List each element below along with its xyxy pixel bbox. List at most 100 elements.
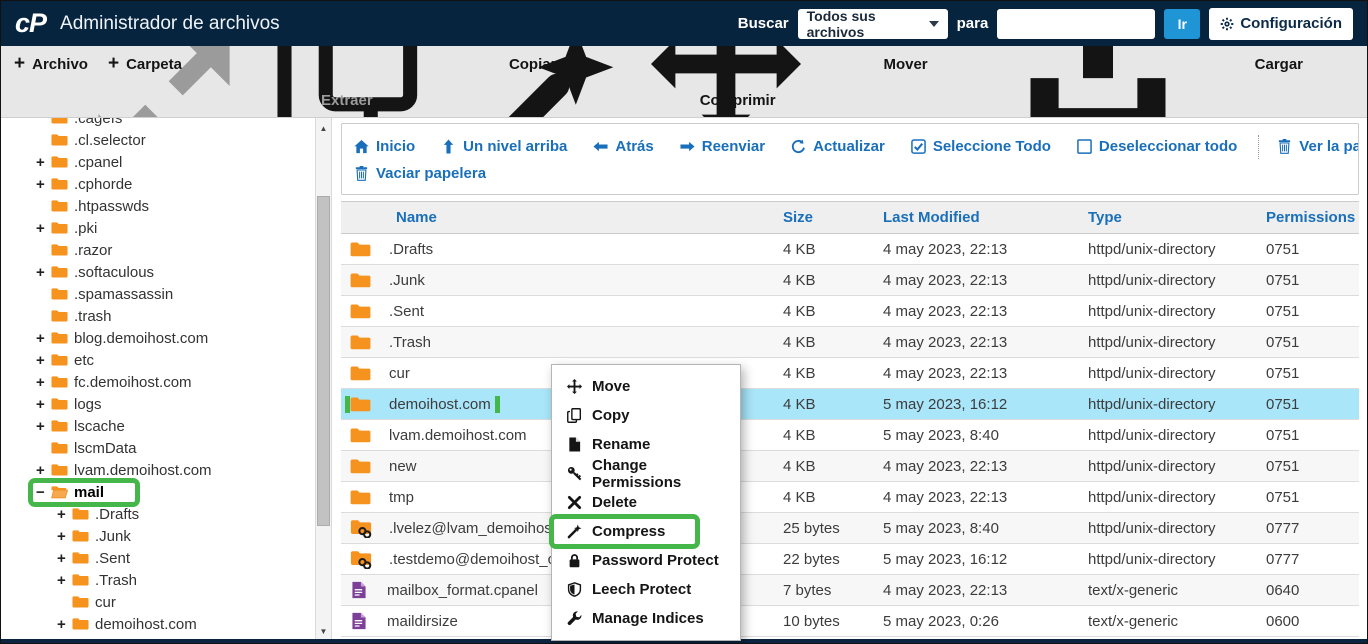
scroll-up-button[interactable]: ▲ — [316, 121, 331, 135]
file-row-lvam-demoihost-com[interactable]: lvam.demoihost.com4 KB5 may 2023, 8:40ht… — [341, 420, 1359, 451]
file-row-demoihost-com[interactable]: demoihost.com4 KB5 may 2023, 16:12httpd/… — [341, 389, 1359, 420]
tree-item-lscmdata[interactable]: lscmData — [1, 437, 315, 459]
column-header-permissions[interactable]: Permissions — [1253, 209, 1359, 226]
tree-item-demoihost-com[interactable]: + demoihost.com — [1, 613, 315, 635]
expand-icon[interactable]: + — [36, 462, 51, 479]
permissions: 0777 — [1253, 551, 1359, 568]
tree-item-cphorde[interactable]: +.cphorde — [1, 173, 315, 195]
context-menu-item-change-permissions[interactable]: Change Permissions — [552, 459, 740, 488]
column-header-last-modified[interactable]: Last Modified — [873, 209, 1078, 226]
trash-icon — [1277, 139, 1292, 154]
tree-item-cl-selector[interactable]: .cl.selector — [1, 129, 315, 151]
tree-item-trash[interactable]: .trash — [1, 305, 315, 327]
folder-icon — [350, 241, 371, 258]
nav-actualizar[interactable]: Actualizar — [791, 138, 885, 155]
search-term-input[interactable] — [997, 9, 1155, 39]
tree-item-pki[interactable]: +.pki — [1, 217, 315, 239]
expand-icon[interactable]: + — [36, 264, 51, 281]
expand-icon[interactable]: + — [36, 374, 51, 391]
name-inner: lvam.demoihost.com — [350, 427, 527, 444]
tree-item-lscache[interactable]: +lscache — [1, 415, 315, 437]
file-row-cur[interactable]: cur4 KB4 may 2023, 22:13httpd/unix-direc… — [341, 358, 1359, 389]
tree-item-htpasswds[interactable]: .htpasswds — [1, 195, 315, 217]
file-row-maildirsize[interactable]: maildirsize10 bytes5 may 2023, 0:26text/… — [341, 606, 1359, 637]
toolbar-comprimir[interactable]: Comprimir — [393, 46, 776, 118]
folder-tree: .cagefs .cl.selector+.cpanel+.cphorde.htp… — [1, 118, 315, 641]
tree-item-drafts[interactable]: +.Drafts — [1, 503, 315, 525]
file-row-testdemo-demoihost-com[interactable]: .testdemo@demoihost_com22 bytes5 may 202… — [341, 544, 1359, 575]
file-row-tmp[interactable]: tmp4 KB4 may 2023, 22:13httpd/unix-direc… — [341, 482, 1359, 513]
nav-deseleccionar-todo[interactable]: Deseleccionar todo — [1077, 138, 1237, 155]
column-header-size[interactable]: Size — [769, 209, 873, 226]
column-header-type[interactable]: Type — [1078, 209, 1253, 226]
tree-item-cur[interactable]: cur — [1, 591, 315, 613]
tree-item-lvam-demoihost-com[interactable]: +lvam.demoihost.com — [1, 459, 315, 481]
context-menu-item-password-protect[interactable]: Password Protect — [552, 546, 740, 575]
expand-icon[interactable]: + — [36, 352, 51, 369]
last-modified: 4 may 2023, 22:13 — [873, 303, 1078, 320]
expand-icon[interactable]: + — [36, 154, 51, 171]
nav-atras[interactable]: Atrás — [593, 138, 653, 155]
file-row-new[interactable]: new4 KB4 may 2023, 22:13httpd/unix-direc… — [341, 451, 1359, 482]
file-row-sent[interactable]: .Sent4 KB4 may 2023, 22:13httpd/unix-dir… — [341, 296, 1359, 327]
nav-reenviar[interactable]: Reenviar — [680, 138, 765, 155]
nav-seleccione-todo[interactable]: Seleccione Todo — [911, 138, 1051, 155]
tree-item-inner: +.Sent — [57, 550, 130, 567]
file-row-lvelez-lvam-demoihost-c[interactable]: .lvelez@lvam_demoihost_c25 bytes5 may 20… — [341, 513, 1359, 544]
expand-icon[interactable]: + — [36, 176, 51, 193]
expand-icon[interactable]: + — [57, 572, 72, 589]
tree-item-inner: .cagefs — [36, 118, 122, 127]
expand-icon[interactable]: + — [36, 396, 51, 413]
tree-item-cpanel[interactable]: +.cpanel — [1, 151, 315, 173]
tree-item-cagefs[interactable]: .cagefs — [1, 118, 315, 129]
collapse-icon[interactable]: − — [36, 484, 51, 501]
search-scope-select[interactable]: Todos sus archivos — [798, 9, 948, 39]
context-menu-item-rename[interactable]: Rename — [552, 430, 740, 459]
permissions: 0600 — [1253, 613, 1359, 630]
expand-icon[interactable]: + — [57, 616, 72, 633]
context-menu-item-manage-indices[interactable]: Manage Indices — [552, 604, 740, 633]
expand-icon[interactable]: + — [57, 528, 72, 545]
tree-item-mail[interactable]: −mail — [1, 481, 315, 503]
settings-button[interactable]: Configuración — [1209, 8, 1353, 40]
file-name: new — [389, 458, 417, 475]
file-row-drafts[interactable]: .Drafts4 KB4 may 2023, 22:13httpd/unix-d… — [341, 234, 1359, 265]
context-menu-item-move[interactable]: Move — [552, 372, 740, 401]
context-menu-item-compress[interactable]: Compress — [552, 517, 740, 546]
context-menu-item-leech-protect[interactable]: Leech Protect — [552, 575, 740, 604]
tree-item-logs[interactable]: +logs — [1, 393, 315, 415]
file-row-trash[interactable]: .Trash4 KB4 may 2023, 22:13httpd/unix-di… — [341, 327, 1359, 358]
tree-item-etc[interactable]: +etc — [1, 349, 315, 371]
nav-inicio[interactable]: Inicio — [354, 138, 415, 155]
search-go-button[interactable]: Ir — [1164, 9, 1200, 39]
file-row-mailbox-format-cpanel[interactable]: mailbox_format.cpanel7 bytes4 may 2023, … — [341, 575, 1359, 606]
context-menu-item-delete[interactable]: Delete — [552, 488, 740, 517]
tree-item-softaculous[interactable]: +.softaculous — [1, 261, 315, 283]
tree-item-trash[interactable]: +.Trash — [1, 569, 315, 591]
expand-icon[interactable]: + — [36, 330, 51, 347]
last-modified: 4 may 2023, 22:13 — [873, 365, 1078, 382]
scroll-down-button[interactable]: ▼ — [316, 624, 331, 638]
expand-icon[interactable]: + — [57, 550, 72, 567]
nav-vaciar-papelera[interactable]: Vaciar papelera — [354, 165, 486, 182]
tree-item-spamassassin[interactable]: .spamassassin — [1, 283, 315, 305]
folder-icon — [51, 331, 68, 345]
scrollbar-thumb[interactable] — [317, 196, 330, 526]
tree-item-label: demoihost.com — [95, 616, 197, 633]
file-row-junk[interactable]: .Junk4 KB4 may 2023, 22:13httpd/unix-dir… — [341, 265, 1359, 296]
toolbar-cargar[interactable]: Cargar — [948, 46, 1303, 118]
context-menu-item-copy[interactable]: Copy — [552, 401, 740, 430]
file-size: 25 bytes — [769, 520, 873, 537]
nav-ver-la-papelera[interactable]: Ver la papelera — [1277, 138, 1359, 155]
tree-item-fc-demoihost-com[interactable]: +fc.demoihost.com — [1, 371, 315, 393]
chevron-down-icon — [929, 21, 939, 27]
tree-item-sent[interactable]: +.Sent — [1, 547, 315, 569]
tree-item-blog-demoihost-com[interactable]: +blog.demoihost.com — [1, 327, 315, 349]
expand-icon[interactable]: + — [36, 418, 51, 435]
expand-icon[interactable]: + — [36, 220, 51, 237]
nav-un-nivel-arriba[interactable]: Un nivel arriba — [441, 138, 567, 155]
expand-icon[interactable]: + — [57, 506, 72, 523]
column-header-name[interactable]: Name — [341, 209, 769, 226]
tree-item-junk[interactable]: +.Junk — [1, 525, 315, 547]
tree-item-razor[interactable]: .razor — [1, 239, 315, 261]
